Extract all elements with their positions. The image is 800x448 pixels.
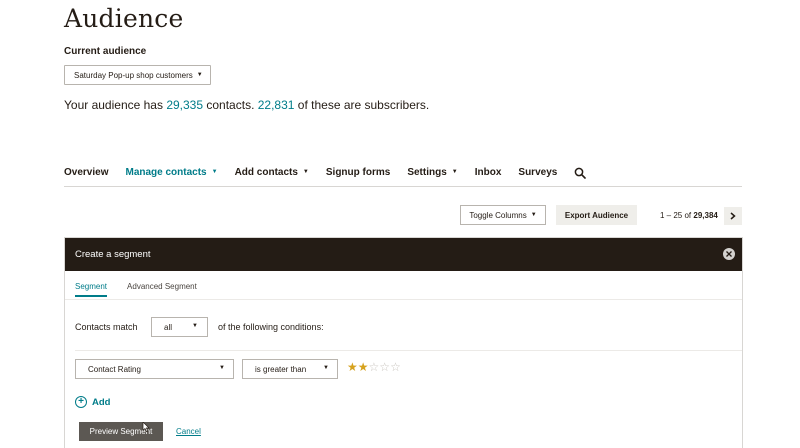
nav-add-contacts[interactable]: Add contacts ▼ <box>235 167 309 186</box>
star-icon[interactable]: ★ <box>347 360 358 374</box>
segment-panel-header: Create a segment <box>65 238 742 271</box>
rating-stars: ★ ★ ☆ ☆ ☆ <box>347 360 401 374</box>
chevron-down-icon: ▼ <box>219 365 225 371</box>
nav-signup-forms[interactable]: Signup forms <box>326 167 390 186</box>
condition-operator-select[interactable]: is greater than ▼ <box>242 359 338 379</box>
close-icon <box>726 251 732 257</box>
chevron-down-icon: ▼ <box>451 169 458 175</box>
segment-tabs: Segment Advanced Segment <box>75 282 217 297</box>
nav-surveys-label: Surveys <box>518 167 558 178</box>
page-title: Audience <box>64 4 184 33</box>
condition-field-value: Contact Rating <box>88 364 141 374</box>
contacts-count: 29,335 <box>166 98 204 112</box>
nav-overview[interactable]: Overview <box>64 167 108 186</box>
contacts-match-label: Contacts match <box>75 322 138 332</box>
cancel-link[interactable]: Cancel <box>176 427 201 436</box>
nav-inbox-label: Inbox <box>474 167 502 178</box>
audience-summary: Your audience has 29,335 contacts. 22,83… <box>64 98 429 112</box>
tab-advanced-segment[interactable]: Advanced Segment <box>127 282 197 297</box>
chevron-down-icon: ▼ <box>196 72 203 78</box>
nav-overview-label: Overview <box>64 167 109 178</box>
star-icon[interactable]: ☆ <box>379 360 390 374</box>
plus-circle-icon: + <box>75 396 87 408</box>
chevron-right-icon <box>730 212 736 220</box>
match-select-value: all <box>164 322 173 332</box>
nav-surveys[interactable]: Surveys <box>518 167 557 186</box>
match-select[interactable]: all ▼ <box>151 317 208 337</box>
chevron-down-icon: ▼ <box>192 323 198 329</box>
audience-select[interactable]: Saturday Pop-up shop customers ▼ <box>64 65 211 85</box>
close-button[interactable] <box>723 248 735 260</box>
nav-add-contacts-label: Add contacts <box>234 167 298 178</box>
mouse-pointer-icon <box>142 422 150 432</box>
add-condition-button[interactable]: + Add <box>75 396 110 408</box>
summary-middle: contacts. <box>206 98 255 112</box>
condition-field-select[interactable]: Contact Rating ▼ <box>75 359 234 379</box>
nav-settings[interactable]: Settings ▼ <box>407 167 457 186</box>
pagination-info: 1 – 25 of 29,384 <box>660 211 718 220</box>
toggle-columns-button[interactable]: Toggle Columns ▼ <box>460 205 546 225</box>
divider <box>75 350 742 351</box>
star-icon[interactable]: ★ <box>358 360 369 374</box>
nav-manage-contacts-label: Manage contacts <box>125 167 207 178</box>
audience-nav: Overview Manage contacts ▼ Add contacts ▼ … <box>64 167 742 187</box>
search-icon[interactable] <box>574 167 587 179</box>
condition-operator-value: is greater than <box>255 364 307 374</box>
pagination-range: 1 – 25 <box>660 211 683 220</box>
current-audience-label: Current audience <box>64 46 147 57</box>
nav-signup-forms-label: Signup forms <box>325 167 391 178</box>
preview-segment-button[interactable]: Preview Segment <box>79 422 163 441</box>
chevron-down-icon: ▼ <box>211 169 218 175</box>
audience-select-value: Saturday Pop-up shop customers <box>74 70 193 80</box>
tab-segment[interactable]: Segment <box>75 282 108 297</box>
summary-prefix: Your audience has <box>64 98 163 112</box>
next-page-button[interactable] <box>724 207 742 225</box>
chevron-down-icon: ▼ <box>530 212 537 218</box>
segment-panel-title: Create a segment <box>75 249 151 260</box>
divider <box>65 299 742 300</box>
summary-suffix: of these are subscribers. <box>297 98 430 112</box>
add-condition-label: Add <box>92 396 111 408</box>
pagination-total: 29,384 <box>693 211 718 220</box>
toggle-columns-label: Toggle Columns <box>469 210 527 220</box>
create-segment-panel: Create a segment Segment Advanced Segmen… <box>64 237 743 448</box>
star-icon[interactable]: ☆ <box>369 360 380 374</box>
subscribers-count: 22,831 <box>257 98 295 112</box>
export-audience-button[interactable]: Export Audience <box>556 205 637 225</box>
nav-manage-contacts[interactable]: Manage contacts ▼ <box>125 167 217 186</box>
nav-inbox[interactable]: Inbox <box>475 167 502 186</box>
nav-settings-label: Settings <box>407 167 447 178</box>
conditions-label: of the following conditions: <box>218 322 324 332</box>
chevron-down-icon: ▼ <box>323 365 329 371</box>
chevron-down-icon: ▼ <box>302 169 309 175</box>
pagination-of: of <box>684 211 692 220</box>
star-icon[interactable]: ☆ <box>390 360 401 374</box>
